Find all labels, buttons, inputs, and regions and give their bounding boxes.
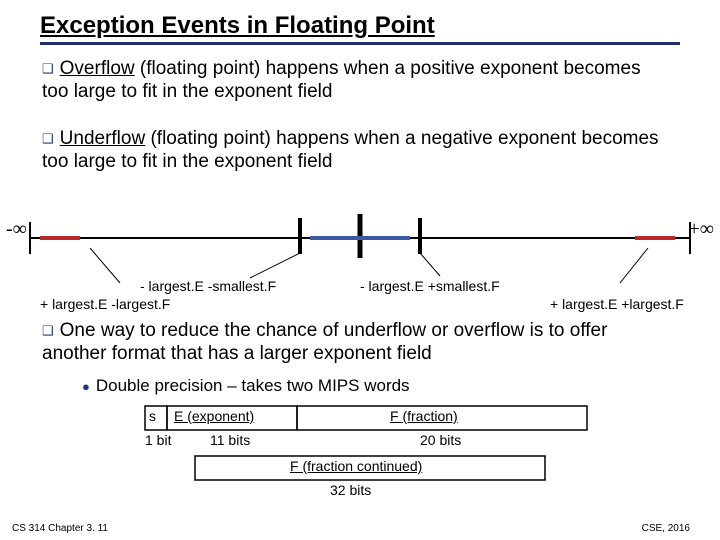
field-s: s	[149, 408, 156, 424]
width-e: 11 bits	[210, 432, 250, 448]
footer-left: CS 314 Chapter 3. 11	[12, 523, 108, 534]
field-f1: F (fraction)	[390, 408, 458, 424]
footer-right: CSE, 2016	[642, 523, 690, 534]
underflow-term: Underflow	[60, 128, 146, 149]
bullet-icon: ❑	[42, 61, 54, 76]
label-neg-smallest: - largest.E -smallest.F	[140, 278, 276, 294]
dot-icon: ●	[82, 379, 90, 394]
field-f2: F (fraction continued)	[290, 458, 422, 474]
width-f2: 32 bits	[330, 482, 371, 498]
label-pos-smallest: - largest.E +smallest.F	[360, 278, 500, 294]
field-e: E (exponent)	[174, 408, 254, 424]
bullet-reduce: ❑One way to reduce the chance of underfl…	[42, 320, 662, 366]
bullet-underflow: ❑Underflow (floating point) happens when…	[42, 128, 662, 174]
slide-title: Exception Events in Floating Point	[40, 12, 680, 45]
reduce-text: One way to reduce the chance of underflo…	[42, 320, 607, 364]
label-pos-largest: + largest.E +largest.F	[550, 296, 684, 312]
double-text: Double precision – takes two MIPS words	[96, 376, 410, 395]
width-f1: 20 bits	[420, 432, 461, 448]
bullet-overflow: ❑Overflow (floating point) happens when …	[42, 58, 662, 104]
bullet-icon: ❑	[42, 131, 54, 146]
overflow-term: Overflow	[60, 58, 135, 79]
label-neg-largest: + largest.E -largest.F	[40, 296, 170, 312]
subbullet-double: ● Double precision – takes two MIPS words	[82, 376, 642, 396]
bullet-icon: ❑	[42, 323, 54, 338]
width-s: 1 bit	[145, 432, 171, 448]
